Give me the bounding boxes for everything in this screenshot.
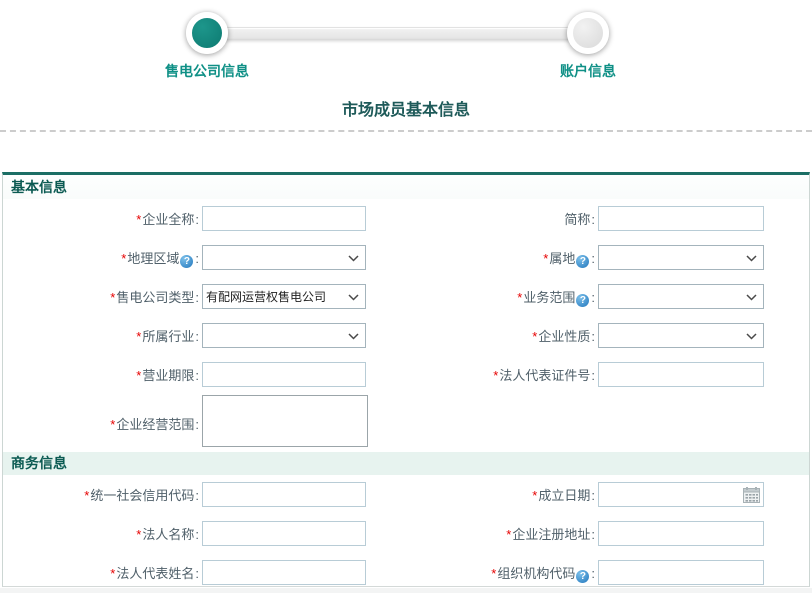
form-row: *企业经营范围: (3, 394, 809, 452)
step-dot-company-info (186, 12, 228, 54)
required-marker: * (506, 527, 511, 542)
help-icon[interactable]: ? (180, 255, 193, 268)
sales-company-type-select[interactable]: 有配网运营权售电公司 (202, 284, 366, 309)
form-row: *法人名称: *企业注册地址: (3, 514, 809, 553)
legal-rep-id-input[interactable] (598, 362, 764, 387)
step-label-company-info: 售电公司信息 (137, 61, 277, 81)
required-marker: * (84, 488, 89, 503)
establish-date-input[interactable] (598, 482, 764, 507)
company-full-name-label: *企业全称: (3, 209, 200, 228)
required-marker: * (532, 329, 537, 344)
required-marker: * (110, 566, 115, 581)
calendar-icon[interactable] (743, 487, 760, 503)
business-range-label: *企业经营范围: (3, 414, 200, 433)
legal-rep-name-label: *法人代表姓名: (3, 563, 200, 582)
domicile-select[interactable] (598, 245, 764, 270)
member-info-form: 基本信息 *企业全称: 简称: *地理区域?: *属地?: (2, 172, 810, 587)
legal-person-name-label: *法人名称: (3, 524, 200, 543)
short-name-label: 简称: (403, 209, 596, 228)
required-marker: * (491, 566, 496, 581)
enterprise-nature-select[interactable] (598, 323, 764, 348)
form-row: *统一社会信用代码: *成立日期: (3, 475, 809, 514)
page-title: 市场成员基本信息 (0, 96, 812, 120)
required-marker: * (110, 417, 115, 432)
business-scope-select[interactable] (598, 284, 764, 309)
company-full-name-input[interactable] (202, 206, 366, 231)
industry-select[interactable] (202, 323, 366, 348)
help-icon[interactable]: ? (576, 570, 589, 583)
required-marker: * (136, 329, 141, 344)
org-code-label: *组织机构代码?: (403, 563, 596, 583)
chevron-down-icon (348, 294, 359, 301)
page-bottom-strip (0, 588, 812, 593)
required-marker: * (543, 251, 548, 266)
required-marker: * (532, 488, 537, 503)
geo-region-label: *地理区域?: (3, 248, 200, 268)
section-header-business-info: 商务信息 (3, 452, 809, 475)
short-name-input[interactable] (598, 206, 764, 231)
legal-person-name-input[interactable] (202, 521, 366, 546)
sales-company-type-label: *售电公司类型: (3, 287, 200, 306)
step-dot-account-info (567, 12, 609, 54)
domicile-label: *属地?: (403, 248, 596, 268)
registered-address-input[interactable] (598, 521, 764, 546)
required-marker: * (517, 290, 522, 305)
required-marker: * (136, 368, 141, 383)
establish-date-label: *成立日期: (403, 485, 596, 504)
step-label-account-info: 账户信息 (518, 61, 658, 81)
form-row: *所属行业: *企业性质: (3, 316, 809, 355)
enterprise-nature-label: *企业性质: (403, 326, 596, 345)
org-code-input[interactable] (598, 560, 764, 585)
form-row: *售电公司类型: 有配网运营权售电公司 *业务范围?: (3, 277, 809, 316)
chevron-down-icon (746, 333, 757, 340)
form-row: *企业全称: 简称: (3, 199, 809, 238)
required-marker: * (493, 368, 498, 383)
credit-code-input[interactable] (202, 482, 366, 507)
registered-address-label: *企业注册地址: (403, 524, 596, 543)
business-range-textarea[interactable] (202, 395, 368, 447)
section-header-basic-info: 基本信息 (3, 175, 809, 199)
legal-rep-id-label: *法人代表证件号: (403, 365, 596, 384)
required-marker: * (110, 290, 115, 305)
dashed-divider (0, 130, 812, 132)
form-row: *法人代表姓名: *组织机构代码?: (3, 553, 809, 587)
chevron-down-icon (746, 255, 757, 262)
form-row: *地理区域?: *属地?: (3, 238, 809, 277)
chevron-down-icon (746, 294, 757, 301)
help-icon[interactable]: ? (576, 255, 589, 268)
help-icon[interactable]: ? (576, 294, 589, 307)
chevron-down-icon (348, 333, 359, 340)
chevron-down-icon (348, 255, 359, 262)
step-connector-bar (210, 27, 586, 39)
geo-region-select[interactable] (202, 245, 366, 270)
business-term-input[interactable] (202, 362, 366, 387)
required-marker: * (121, 251, 126, 266)
legal-rep-name-input[interactable] (202, 560, 366, 585)
credit-code-label: *统一社会信用代码: (3, 485, 200, 504)
business-term-label: *营业期限: (3, 365, 200, 384)
required-marker: * (136, 527, 141, 542)
industry-label: *所属行业: (3, 326, 200, 345)
wizard-stepper: 售电公司信息 账户信息 (0, 0, 812, 90)
business-scope-label: *业务范围?: (403, 287, 596, 307)
required-marker: * (136, 212, 141, 227)
form-row: *营业期限: *法人代表证件号: (3, 355, 809, 394)
